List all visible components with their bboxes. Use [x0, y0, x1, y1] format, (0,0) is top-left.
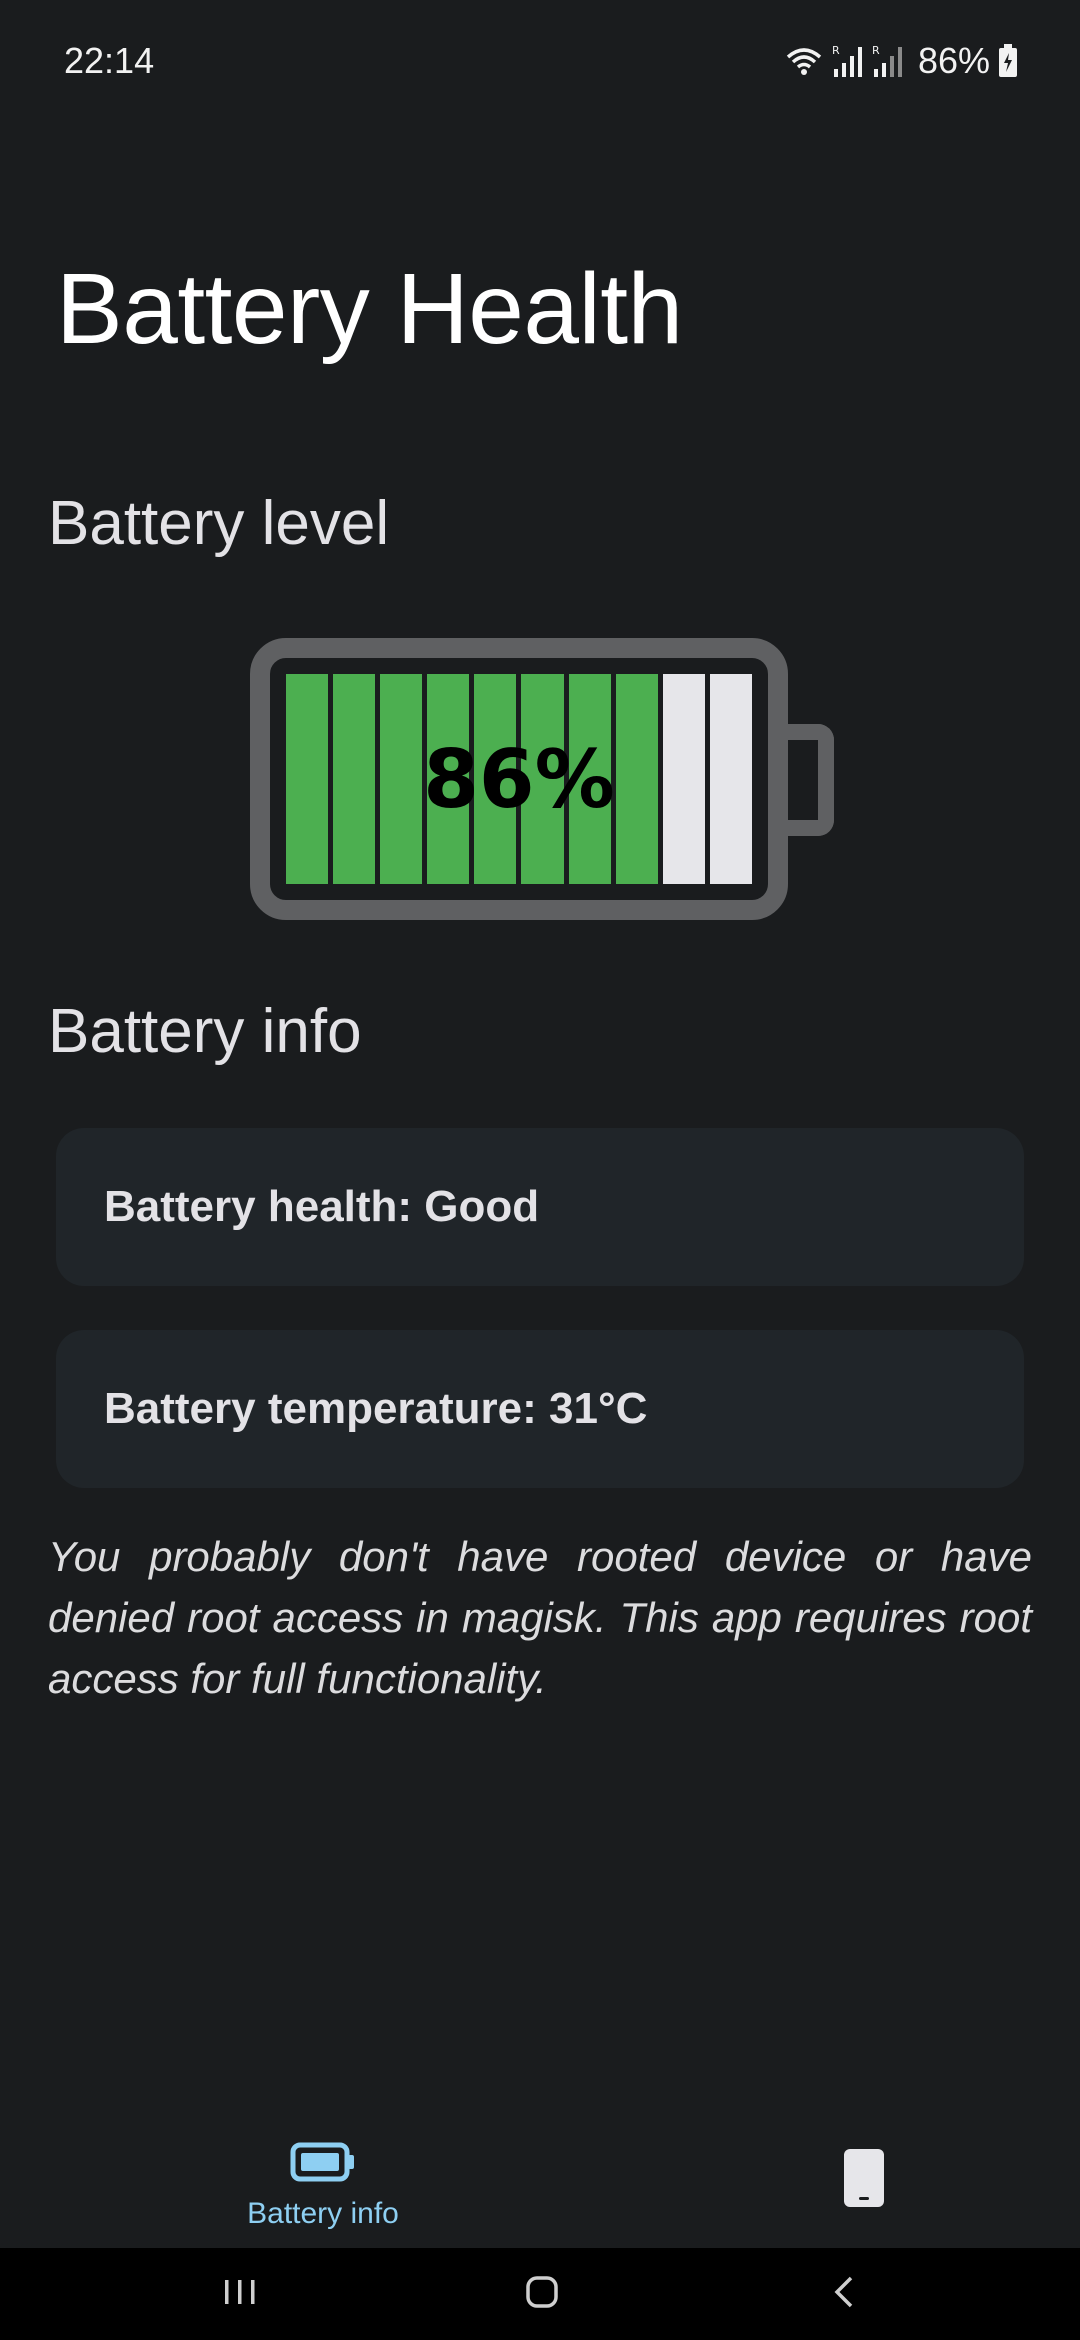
page-title: Battery Health	[56, 253, 683, 365]
battery-level-heading: Battery level	[48, 489, 390, 558]
battery-level-percent: 86%	[423, 732, 615, 826]
battery-charging-icon	[998, 44, 1018, 78]
battery-temperature-card: Battery temperature: 31°C	[56, 1330, 1024, 1488]
bottom-navigation: Battery info	[0, 2096, 1080, 2248]
back-button[interactable]	[804, 2268, 884, 2320]
status-bar: 22:14 R R 86%	[0, 0, 1080, 126]
root-access-note: You probably don't have rooted device or…	[48, 1533, 1032, 1702]
status-battery-percent: 86%	[917, 40, 990, 81]
status-time: 22:14	[64, 40, 155, 81]
battery-temperature-text: Battery temperature: 31°C	[104, 1384, 648, 1433]
recents-button[interactable]	[200, 2268, 280, 2320]
home-icon	[525, 2275, 559, 2314]
nav-item-battery-info-label: Battery info	[247, 2197, 399, 2230]
phone-icon	[844, 2149, 884, 2212]
status-icons: R R 86%	[784, 40, 1018, 82]
battery-info-heading: Battery info	[48, 997, 362, 1066]
battery-icon	[290, 2142, 356, 2187]
home-button[interactable]	[502, 2268, 582, 2320]
svg-text:R: R	[872, 44, 880, 57]
signal-icon-sim2: R	[872, 43, 904, 79]
back-icon	[831, 2275, 857, 2314]
battery-health-text: Battery health: Good	[104, 1182, 540, 1231]
signal-icon-sim1: R	[832, 43, 864, 79]
nav-item-device[interactable]	[756, 2096, 972, 2248]
screen: 22:14 R R 86% Battery Health Battery lev…	[0, 0, 1080, 2340]
recents-icon	[223, 2278, 257, 2311]
nav-item-battery-info[interactable]: Battery info	[200, 2096, 446, 2248]
svg-text:R: R	[832, 44, 840, 57]
wifi-icon	[784, 43, 824, 79]
battery-level-graphic: 86%	[250, 638, 834, 920]
system-navigation-bar	[0, 2248, 1080, 2340]
battery-health-card: Battery health: Good	[56, 1128, 1024, 1286]
